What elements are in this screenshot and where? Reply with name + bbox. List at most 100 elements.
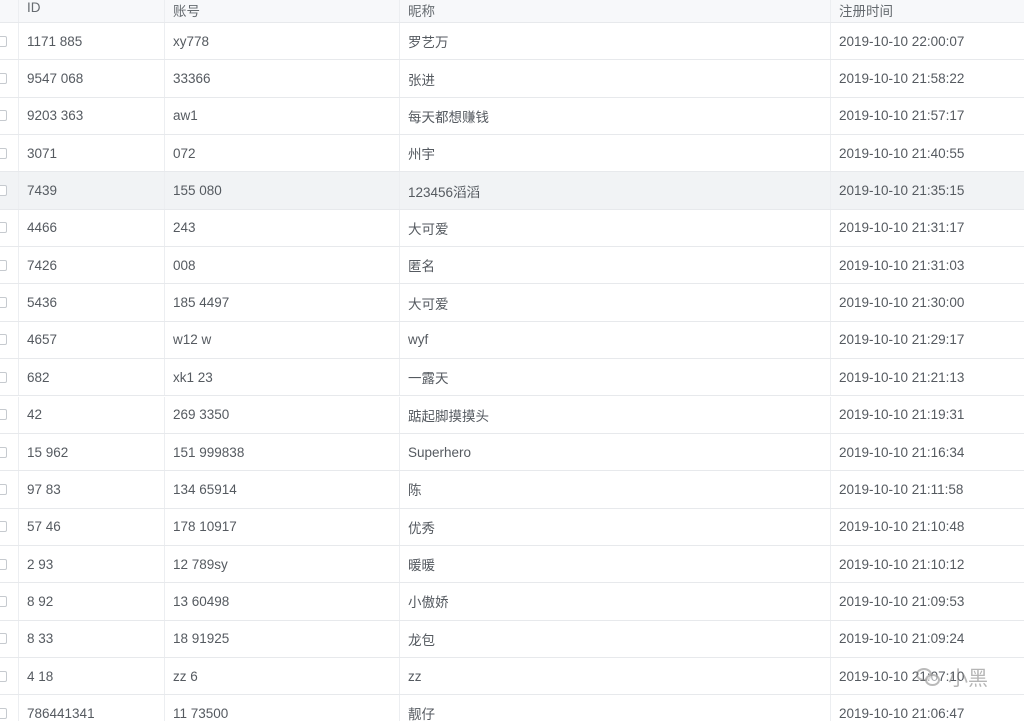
cell-nickname: 踮起脚摸摸头 [400, 396, 831, 433]
cell-nickname: 123456滔滔 [400, 172, 831, 209]
cell-register-time: 2019-10-10 21:19:31 [839, 407, 965, 423]
cell-register-time: 2019-10-10 21:06:47 [839, 705, 965, 721]
cell-nickname: Superhero [400, 433, 831, 471]
table-row[interactable]: 5436 185 4497 大可爱 2019-10-10 21:30:00 [0, 284, 1024, 322]
cell-account: 11 73500 [165, 695, 400, 721]
row-checkbox[interactable] [0, 185, 7, 197]
table-row[interactable]: 2 93 12 789sy 暖暖 2019-10-10 21:10:12 [0, 545, 1024, 584]
column-header-account[interactable]: 账号 [165, 0, 400, 22]
row-checkbox[interactable] [0, 558, 7, 570]
row-check-cell [0, 695, 19, 721]
row-checkbox[interactable] [0, 633, 7, 645]
cell-id: 682 [19, 359, 165, 396]
row-check-cell [0, 321, 19, 359]
row-checkbox[interactable] [0, 297, 7, 309]
table-row[interactable]: 97 83 134 65914 陈 2019-10-10 21:11:58 [0, 471, 1024, 509]
row-checkbox[interactable] [0, 147, 7, 159]
table-row[interactable]: 7426 008 匿名 2019-10-10 21:31:03 [0, 247, 1024, 285]
row-checkbox[interactable] [0, 707, 7, 719]
wechat-icon [916, 666, 942, 688]
table-row[interactable]: 15 962 151 999838 Superhero 2019-10-10 21:1… [0, 433, 1024, 472]
cell-id: 15 962 [19, 433, 165, 471]
table-row[interactable]: 9547 068 33366 张进 2019-10-10 21:58:22 [0, 60, 1024, 98]
column-header-register-time[interactable]: 注册时间 [831, 0, 1024, 22]
cell-account: 13 60498 [165, 583, 400, 620]
row-checkbox[interactable] [0, 371, 7, 383]
cell-id: 1171 885 [19, 23, 165, 60]
row-checkbox[interactable] [0, 334, 7, 346]
cell-register-time: 2019-10-10 21:31:03 [839, 257, 965, 273]
cell-nickname: 大可爱 [400, 209, 831, 247]
cell-account: 18 91925 [165, 620, 400, 657]
cell-id: 3071 [19, 135, 165, 172]
table-row[interactable]: 1171 885 xy778 罗艺万 2019-10-10 22:00:07 [0, 23, 1024, 61]
row-check-cell [0, 359, 19, 396]
cell-nickname: 每天都想赚钱 [400, 97, 831, 135]
column-header-nickname[interactable]: 昵称 [400, 0, 831, 22]
user-table: ID 账号 昵称 注册时间 1171 885 xy778 罗艺万 2019-10-10… [0, 0, 1024, 721]
table-row[interactable]: 8 92 13 60498 小傲娇 2019-10-10 21:09:53 [0, 583, 1024, 621]
cell-id: 8 92 [19, 583, 165, 620]
row-checkbox[interactable] [0, 446, 7, 458]
cell-account: w12 w [165, 321, 400, 359]
row-checkbox[interactable] [0, 110, 7, 122]
row-checkbox[interactable] [0, 595, 7, 607]
row-check-cell [0, 247, 19, 284]
row-check-cell [0, 620, 19, 657]
table-row[interactable]: 42 269 3350 踮起脚摸摸头 2019-10-10 21:19:31 [0, 396, 1024, 434]
wechat-watermark: 小黑 [916, 662, 988, 691]
row-check-cell [0, 508, 19, 545]
table-row[interactable]: 7439 155 080 123456滔滔 2019-10-10 21:35:15 [0, 172, 1024, 210]
cell-nickname: 罗艺万 [400, 23, 831, 60]
row-checkbox[interactable] [0, 73, 7, 85]
cell-account: 155 080 [165, 172, 400, 209]
table-row[interactable]: 4657 w12 w wyf 2019-10-10 21:29:17 [0, 321, 1024, 360]
cell-account: 33366 [165, 60, 400, 97]
cell-account: xy778 [165, 23, 400, 60]
cell-nickname: 龙包 [400, 620, 831, 657]
row-check-cell [0, 471, 19, 508]
table-row[interactable]: 57 46 178 10917 优秀 2019-10-10 21:10:48 [0, 508, 1024, 546]
table-row[interactable]: 4 18 zz 6 zz 2019-10-10 21:07:10 [0, 657, 1024, 696]
cell-id: 57 46 [19, 508, 165, 545]
cell-account: aw1 [165, 97, 400, 135]
cell-account: 134 65914 [165, 471, 400, 508]
cell-id: 786441341 [19, 695, 165, 721]
row-checkbox[interactable] [0, 259, 7, 271]
column-header-id[interactable]: ID [19, 0, 165, 22]
row-checkbox[interactable] [0, 483, 7, 495]
cell-nickname: 陈 [400, 471, 831, 508]
cell-register-time: 2019-10-10 21:10:48 [839, 519, 965, 535]
row-check-cell [0, 433, 19, 471]
row-check-cell [0, 545, 19, 583]
cell-register-time: 2019-10-10 22:00:07 [839, 33, 965, 49]
row-checkbox[interactable] [0, 222, 7, 234]
table-row[interactable]: 786441341 11 73500 靓仔 2019-10-10 21:06:47 [0, 695, 1024, 721]
cell-register-time: 2019-10-10 21:29:17 [839, 332, 965, 348]
row-check-cell [0, 396, 19, 433]
row-checkbox[interactable] [0, 409, 7, 421]
cell-account: 12 789sy [165, 545, 400, 583]
cell-register-time: 2019-10-10 21:30:00 [839, 295, 965, 311]
watermark-text: 小黑 [948, 668, 988, 690]
cell-id: 7426 [19, 247, 165, 284]
row-check-cell [0, 172, 19, 209]
row-checkbox[interactable] [0, 521, 7, 533]
table-row[interactable]: 9203 363 aw1 每天都想赚钱 2019-10-10 21:57:17 [0, 97, 1024, 136]
row-check-cell [0, 209, 19, 247]
cell-register-time: 2019-10-10 21:40:55 [839, 145, 965, 161]
table-row[interactable]: 4466 243 大可爱 2019-10-10 21:31:17 [0, 209, 1024, 248]
table-row[interactable]: 682 xk1 23 一露天 2019-10-10 21:21:13 [0, 359, 1024, 397]
cell-account: 008 [165, 247, 400, 284]
cell-register-time: 2019-10-10 21:57:17 [839, 108, 965, 124]
row-check-cell [0, 60, 19, 97]
cell-id: 4657 [19, 321, 165, 359]
table-row[interactable]: 3071 072 州宇 2019-10-10 21:40:55 [0, 135, 1024, 173]
cell-id: 97 83 [19, 471, 165, 508]
cell-nickname: zz [400, 657, 831, 695]
row-checkbox[interactable] [0, 670, 7, 682]
table-row[interactable]: 8 33 18 91925 龙包 2019-10-10 21:09:24 [0, 620, 1024, 658]
cell-account: 072 [165, 135, 400, 172]
row-check-cell [0, 97, 19, 135]
row-checkbox[interactable] [0, 35, 7, 47]
